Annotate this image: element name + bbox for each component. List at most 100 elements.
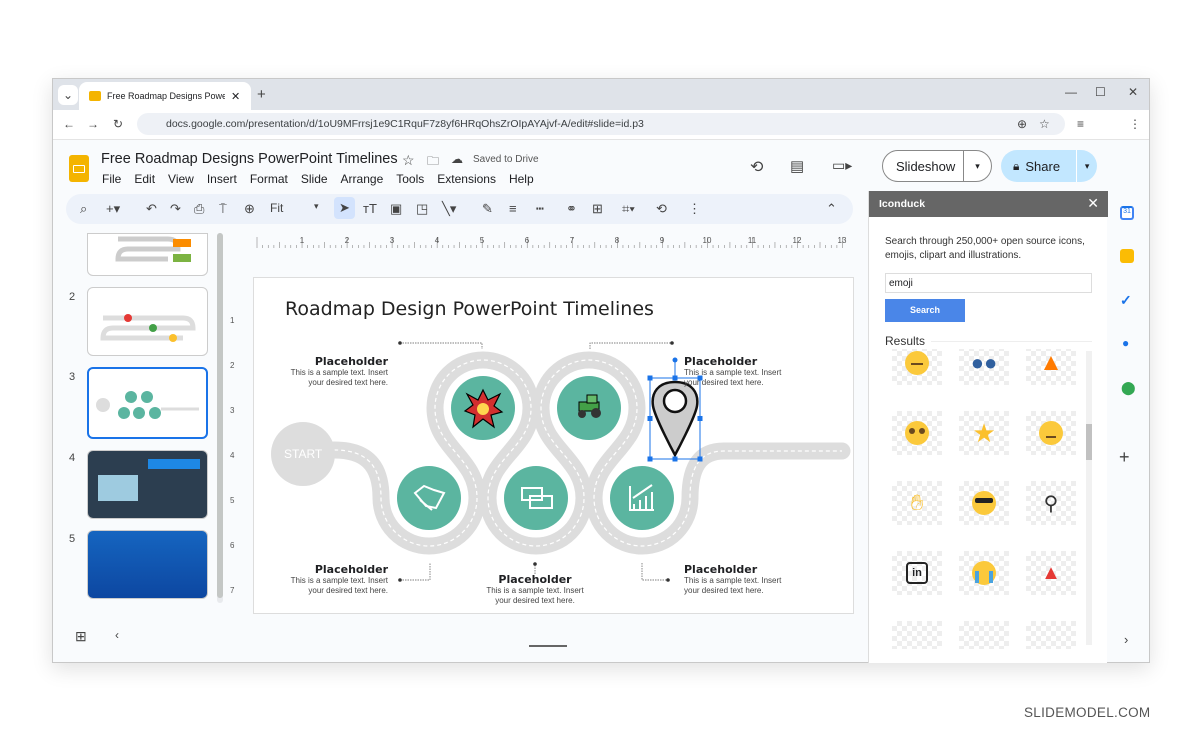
link-icon[interactable]: ⚭	[566, 201, 577, 217]
meet-camera-icon[interactable]: ▭▸	[832, 157, 852, 174]
star-icon[interactable]: ★	[959, 411, 1009, 455]
zoom-select[interactable]: Fit ▾	[270, 201, 322, 215]
border-color-icon[interactable]: ✎	[482, 201, 493, 217]
menu-tools[interactable]: Tools	[396, 172, 424, 186]
pleading-face-icon[interactable]	[892, 411, 942, 455]
fire-icon[interactable]: ▲	[1026, 349, 1076, 385]
speaker-notes-handle[interactable]	[529, 645, 567, 647]
share-button[interactable]: 🔒︎ Share ▾	[1001, 150, 1097, 182]
placeholder-3[interactable]: Placeholder This is a sample text. Insert…	[268, 563, 388, 596]
linkedin-icon[interactable]: in	[892, 551, 942, 595]
menu-view[interactable]: View	[168, 172, 194, 186]
collapse-filmstrip-icon[interactable]: ‹	[115, 628, 119, 642]
result-cell-loading[interactable]	[1026, 621, 1076, 649]
confused-face-icon[interactable]	[892, 349, 942, 385]
close-tab-icon[interactable]: ✕	[231, 90, 240, 103]
new-slide-icon[interactable]: +▾	[106, 201, 120, 217]
expand-side-panel-icon[interactable]: ›	[1124, 632, 1128, 647]
close-window-icon[interactable]: ✕	[1128, 85, 1138, 99]
menu-edit[interactable]: Edit	[134, 172, 155, 186]
slide-thumbnail-5[interactable]	[87, 530, 208, 599]
version-history-icon[interactable]: ⟲	[750, 157, 763, 177]
slideshow-dropdown-icon[interactable]: ▾	[963, 151, 991, 181]
slide-thumbnail-1[interactable]	[87, 233, 208, 276]
comment-add-icon[interactable]: ⊞	[592, 201, 603, 217]
url-input[interactable]: docs.google.com/presentation/d/1oU9MFrrs…	[137, 113, 1065, 135]
document-title[interactable]: Free Roadmap Designs PowerPoint Timeline…	[101, 151, 398, 167]
placeholder-2[interactable]: Placeholder This is a sample text. Insert…	[684, 355, 814, 388]
star-icon[interactable]: ☆	[402, 152, 415, 169]
tasks-icon[interactable]: ✓	[1120, 292, 1132, 309]
results-scrollbar[interactable]	[1086, 351, 1092, 645]
select-tool-icon[interactable]: ➤	[334, 197, 355, 219]
move-folder-icon[interactable]: 🗀	[427, 152, 439, 173]
shape-icon[interactable]: ◳	[416, 201, 428, 217]
redo-icon[interactable]: ↷	[170, 201, 181, 217]
menu-format[interactable]: Format	[250, 172, 288, 186]
milestone-circle-4[interactable]	[504, 466, 568, 530]
keep-icon[interactable]	[1120, 249, 1134, 263]
grid-view-icon[interactable]: ⊞	[75, 628, 87, 645]
zoom-tool-icon[interactable]: ⊕	[244, 201, 255, 217]
line-icon[interactable]: ╲▾	[442, 201, 456, 217]
filmstrip-scrollbar[interactable]	[217, 233, 223, 603]
people-hugging-icon[interactable]: ●●	[959, 349, 1009, 385]
crying-face-icon[interactable]	[959, 551, 1009, 595]
undo-icon[interactable]: ↶	[146, 201, 157, 217]
tab-search-chevron-icon[interactable]: ⌄	[58, 85, 78, 105]
slideshow-button[interactable]: Slideshow ▾	[882, 150, 992, 182]
milestone-circle-3[interactable]	[397, 466, 461, 530]
get-addons-icon[interactable]: +	[1119, 447, 1130, 468]
calendar-icon[interactable]: 31	[1120, 206, 1134, 220]
maximize-icon[interactable]: ☐	[1095, 85, 1106, 99]
search-input[interactable]: emoji	[885, 273, 1092, 293]
placeholder-4[interactable]: Placeholder This is a sample text. Insert…	[470, 573, 600, 606]
collapse-toolbar-icon[interactable]: ⌃	[826, 201, 837, 217]
result-cell-loading[interactable]	[959, 621, 1009, 649]
result-cell-loading[interactable]	[892, 621, 942, 649]
sunglasses-face-icon[interactable]	[959, 481, 1009, 525]
zoom-icon[interactable]: ⊕	[1017, 117, 1027, 131]
paint-format-icon[interactable]: ⍑	[219, 201, 227, 217]
menu-arrange[interactable]: Arrange	[341, 172, 384, 186]
slide-thumbnail-3-selected[interactable]	[87, 367, 208, 439]
slide-canvas[interactable]: Roadmap Design PowerPoint Timelines STAR…	[253, 277, 854, 614]
minimize-icon[interactable]: —	[1065, 85, 1077, 99]
milestone-circle-5[interactable]	[610, 466, 674, 530]
menu-slide[interactable]: Slide	[301, 172, 328, 186]
browser-menu-icon[interactable]: ⋮	[1129, 117, 1141, 131]
neutral-face-icon[interactable]	[1026, 411, 1076, 455]
slide-thumbnail-4[interactable]	[87, 450, 208, 519]
more-options-icon[interactable]: ⋮	[688, 201, 701, 217]
slide-thumbnail-2[interactable]	[87, 287, 208, 356]
close-panel-icon[interactable]: ✕	[1087, 195, 1099, 212]
print-icon[interactable]: ⎙	[194, 201, 204, 217]
placeholder-5[interactable]: Placeholder This is a sample text. Insert…	[684, 563, 814, 596]
media-icon[interactable]: ≡	[1077, 117, 1084, 131]
search-button[interactable]: Search	[885, 299, 965, 322]
browser-tab[interactable]: Free Roadmap Designs PowerPoint Timeline…	[79, 82, 251, 110]
menu-help[interactable]: Help	[509, 172, 534, 186]
share-dropdown-icon[interactable]: ▾	[1076, 150, 1097, 182]
location-pin-icon[interactable]: ⚲	[1026, 481, 1076, 525]
new-tab-icon[interactable]: +	[257, 86, 266, 103]
party-popper-icon[interactable]: ▲	[1026, 551, 1076, 595]
search-menus-icon[interactable]: ⌕	[80, 201, 87, 217]
maps-icon[interactable]: ⬤	[1121, 380, 1136, 396]
replace-image-icon[interactable]: ⟲	[656, 201, 667, 217]
border-dash-icon[interactable]: ┅	[536, 201, 544, 217]
menu-insert[interactable]: Insert	[207, 172, 237, 186]
reload-icon[interactable]: ↻	[113, 117, 123, 131]
location-pin-shape[interactable]	[651, 380, 699, 458]
image-icon[interactable]: ▣	[390, 201, 402, 217]
menu-file[interactable]: File	[102, 172, 121, 186]
contacts-icon[interactable]: ●	[1122, 336, 1129, 350]
menu-extensions[interactable]: Extensions	[437, 172, 496, 186]
forward-icon[interactable]: →	[87, 117, 99, 131]
comments-icon[interactable]: ▤	[790, 157, 804, 175]
placeholder-1[interactable]: Placeholder This is a sample text. Insert…	[268, 355, 388, 388]
border-weight-icon[interactable]: ≡	[509, 201, 517, 216]
back-icon[interactable]: ←	[63, 117, 75, 131]
waving-hand-icon[interactable]: ✋︎	[892, 481, 942, 525]
crop-icon[interactable]: ⌗▾	[622, 201, 635, 217]
